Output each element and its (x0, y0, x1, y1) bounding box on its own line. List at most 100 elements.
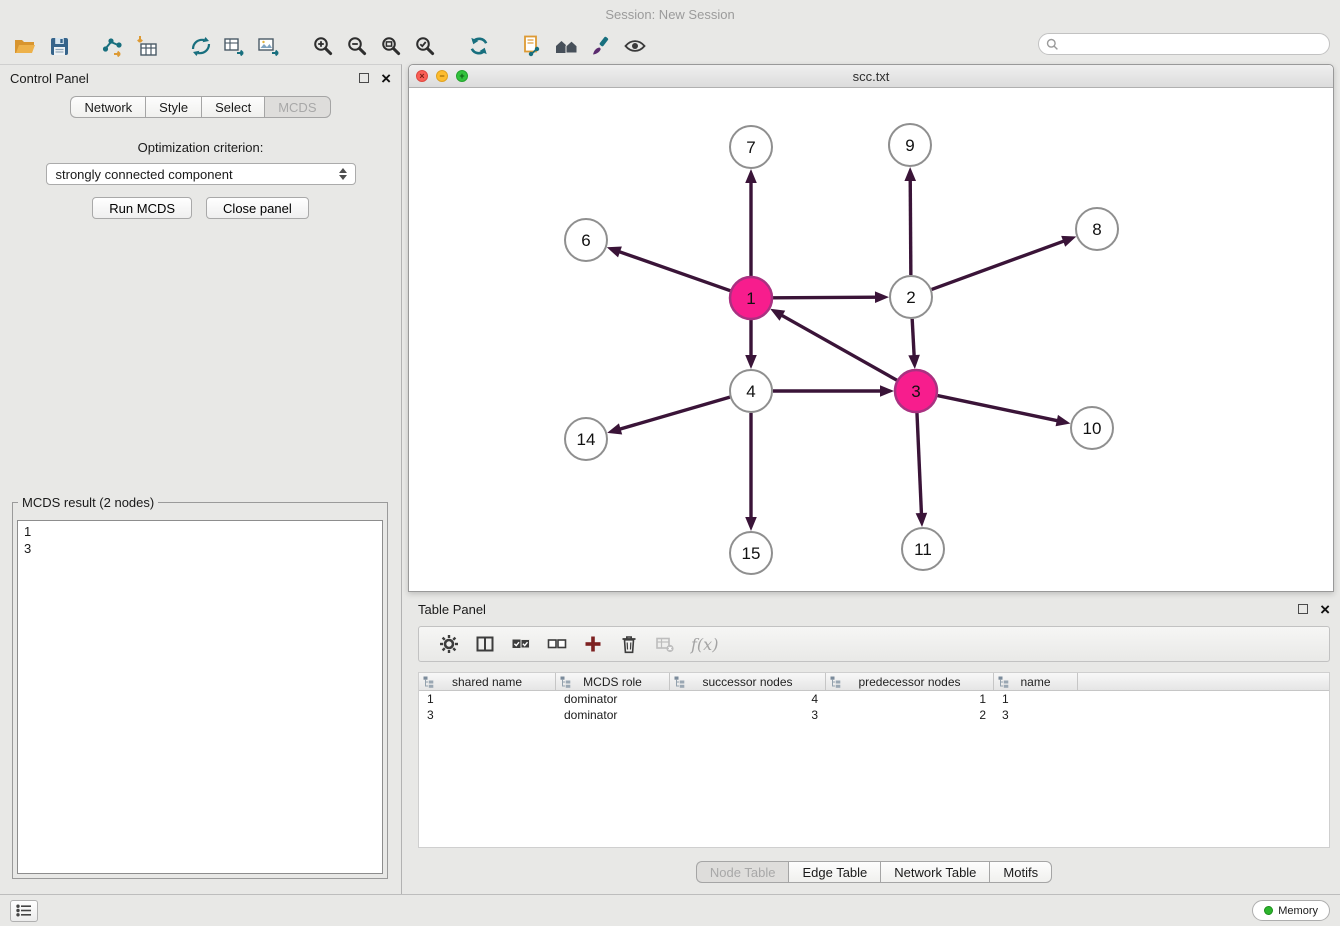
columns-button[interactable] (467, 629, 503, 659)
delete-table-icon (655, 634, 675, 654)
memory-button[interactable]: Memory (1252, 900, 1330, 921)
add-row-icon (583, 634, 603, 654)
style-brush-button[interactable] (584, 30, 618, 62)
panel-toggle-button[interactable] (10, 900, 38, 922)
mcds-result-text[interactable]: 1 3 (17, 520, 383, 874)
search-input[interactable] (1063, 37, 1329, 51)
graph-edge-1-6[interactable] (617, 251, 730, 291)
graph-node-label: 3 (911, 382, 920, 401)
trash-icon (619, 633, 639, 655)
select-all-button[interactable] (503, 629, 539, 659)
table-cell[interactable]: 1 (826, 692, 994, 706)
table-panel-header: Table Panel × (408, 596, 1340, 622)
tab-select[interactable]: Select (201, 96, 264, 118)
gear-button[interactable] (431, 629, 467, 659)
table-cell[interactable]: 1 (419, 692, 556, 706)
float-panel-icon[interactable] (359, 73, 369, 83)
refresh-layout-button[interactable] (462, 30, 496, 62)
tab-network-table[interactable]: Network Table (880, 861, 989, 883)
mcds-buttons-row: Run MCDS Close panel (0, 197, 401, 219)
graph-edge-4-14[interactable] (618, 397, 730, 430)
column-header-shared-name[interactable]: shared name (419, 673, 556, 691)
zoom-in-button[interactable] (306, 30, 340, 62)
zoom-fit-button[interactable] (374, 30, 408, 62)
graph-edge-arrowhead (745, 169, 757, 183)
save-button[interactable] (42, 30, 76, 62)
graph-edge-3-1[interactable] (780, 314, 897, 380)
graph-edge-2-9[interactable] (910, 178, 911, 275)
zoom-selected-button[interactable] (408, 30, 442, 62)
add-row-button[interactable] (575, 629, 611, 659)
tab-edge-table[interactable]: Edge Table (788, 861, 880, 883)
column-header-mcds-role[interactable]: MCDS role (556, 673, 670, 691)
tab-network[interactable]: Network (70, 96, 145, 118)
graph-edge-arrowhead (916, 513, 928, 527)
sort-icon (560, 676, 571, 692)
network-canvas[interactable]: 7968124314101511 (409, 88, 1333, 591)
window-title: Session: New Session (605, 7, 734, 22)
maximize-window-icon[interactable]: + (456, 70, 468, 82)
network-window-titlebar[interactable]: scc.txt × − + (409, 65, 1333, 88)
network-from-table-icon (223, 35, 247, 57)
column-header-predecessor-nodes[interactable]: predecessor nodes (826, 673, 994, 691)
tab-style[interactable]: Style (145, 96, 201, 118)
sort-icon (423, 676, 434, 692)
eye-button[interactable] (618, 30, 652, 62)
close-panel-button[interactable]: Close panel (206, 197, 309, 219)
column-header-name[interactable]: name (994, 673, 1078, 691)
table-body: 1dominator4113dominator323 (419, 691, 1329, 723)
search-box[interactable] (1038, 33, 1330, 55)
clone-network-button[interactable] (184, 30, 218, 62)
copy-document-button[interactable] (516, 30, 550, 62)
import-table-button[interactable] (130, 30, 164, 62)
table-cell[interactable]: dominator (556, 708, 670, 722)
table-panel: Table Panel × f(x) shared nameMCDS roles… (408, 596, 1340, 892)
table-row[interactable]: 1dominator411 (419, 691, 1329, 707)
table-cell[interactable]: 2 (826, 708, 994, 722)
trash-button[interactable] (611, 629, 647, 659)
close-window-icon[interactable]: × (416, 70, 428, 82)
table-cell[interactable]: 4 (670, 692, 826, 706)
select-all-icon (511, 634, 531, 654)
graph-edge-3-10[interactable] (938, 396, 1060, 422)
tab-mcds[interactable]: MCDS (264, 96, 330, 118)
graph-edge-2-8[interactable] (932, 240, 1066, 289)
table-panel-title: Table Panel (418, 602, 486, 617)
graph-edge-3-11[interactable] (917, 413, 922, 516)
zoom-out-button[interactable] (340, 30, 374, 62)
close-table-panel-icon[interactable]: × (1320, 601, 1330, 618)
graph-edge-arrowhead (1056, 415, 1071, 426)
table-cell[interactable]: 3 (994, 708, 1078, 722)
export-image-button[interactable] (252, 30, 286, 62)
graph-edge-2-3[interactable] (912, 319, 914, 358)
table-row[interactable]: 3dominator323 (419, 707, 1329, 723)
column-header-successor-nodes[interactable]: successor nodes (670, 673, 826, 691)
graph-edge-1-2[interactable] (773, 297, 878, 298)
import-network-button[interactable] (96, 30, 130, 62)
fx-function-icon[interactable]: f(x) (691, 635, 718, 654)
table-cell[interactable]: dominator (556, 692, 670, 706)
tab-motifs[interactable]: Motifs (989, 861, 1052, 883)
table-cell[interactable]: 3 (419, 708, 556, 722)
run-mcds-button[interactable]: Run MCDS (92, 197, 192, 219)
graph-edge-arrowhead (1061, 236, 1076, 247)
zoom-in-icon (312, 35, 334, 57)
close-control-panel-icon[interactable]: × (381, 70, 391, 87)
table-cell[interactable]: 3 (670, 708, 826, 722)
graph-edge-arrowhead (745, 355, 757, 369)
window-titlebar[interactable]: Session: New Session (0, 0, 1340, 28)
houses-button[interactable] (550, 30, 584, 62)
open-folder-button[interactable] (8, 30, 42, 62)
network-from-table-button[interactable] (218, 30, 252, 62)
deselect-all-button[interactable] (539, 629, 575, 659)
zoom-fit-icon (380, 35, 402, 57)
import-table-icon (135, 34, 159, 58)
table-cell[interactable]: 1 (994, 692, 1078, 706)
node-table: shared nameMCDS rolesuccessor nodesprede… (418, 672, 1330, 848)
minimize-window-icon[interactable]: − (436, 70, 448, 82)
criterion-dropdown[interactable]: strongly connected component (46, 163, 356, 185)
float-table-panel-icon[interactable] (1298, 604, 1308, 614)
network-graph-svg: 7968124314101511 (409, 88, 1333, 591)
sort-icon (674, 676, 685, 692)
tab-node-table[interactable]: Node Table (696, 861, 789, 883)
